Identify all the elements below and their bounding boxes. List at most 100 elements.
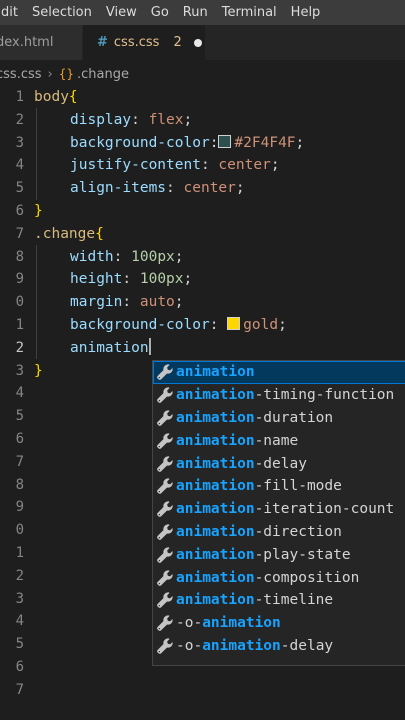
line-number: 2 [15,111,24,128]
css-selector: body [34,89,69,105]
line-number: 6 [15,430,24,447]
line-number: 1 [15,316,24,333]
line-number: 7 [15,681,24,698]
punctuation: : [122,271,140,288]
css-property: margin [70,294,123,311]
brace: { [68,89,78,105]
css-value: center [183,180,236,197]
punctuation: : [200,157,219,174]
menu-run[interactable]: Run [176,5,215,20]
code-editor[interactable]: body{ display: flex; background-color: #2… [34,86,405,382]
css-property: height [70,271,123,288]
suggestion-rest: -delay [254,455,307,472]
line-number: 1 [15,89,24,105]
wrench-icon [156,386,174,404]
suggestion-item[interactable]: animation -name [153,429,405,452]
suggestion-match: animation [202,615,281,632]
suggestion-item[interactable]: animation -delay [153,452,405,475]
code-line: align-items: center; [34,177,405,200]
line-number: 1 [15,544,24,561]
punctuation: ; [174,248,184,265]
line-number: 5 [15,408,24,425]
editor-tabs: dex.html # css.css 2 [0,25,405,60]
line-number: 8 [15,248,24,265]
line-number: 4 [15,613,24,630]
wrench-icon [156,363,174,381]
color-swatch[interactable] [218,134,232,148]
line-number: 2 [15,567,24,584]
line-number: 3 [15,134,24,151]
wrench-icon [156,614,174,632]
tab-index-html[interactable]: dex.html [0,25,82,60]
line-number-active: 2 [15,339,24,356]
code-line: body{ [34,86,405,109]
suggestion-item[interactable]: animation -iteration-count [153,498,405,521]
wrench-icon [156,477,174,495]
css-selector: .change [34,225,96,242]
breadcrumb-symbol[interactable]: .change [77,67,129,82]
suggestion-rest: -composition [254,569,360,586]
code-line: display: flex; [34,109,405,132]
breadcrumb-file[interactable]: css.css [0,67,42,82]
punctuation: ; [235,180,245,197]
menu-view[interactable]: View [99,5,144,20]
wrench-icon [156,500,174,518]
css-property: justify-content [70,157,201,174]
breadcrumb: css.css › {} .change [0,62,129,86]
line-number: 6 [15,202,24,219]
punctuation: : [209,316,228,333]
unsaved-dot-icon[interactable] [193,38,202,47]
punctuation: ; [174,294,184,311]
suggestion-item[interactable]: animation -duration [153,407,405,430]
punctuation: : [166,180,184,197]
code-line: margin: auto; [34,291,405,314]
css-value: gold [243,316,279,333]
line-number: 9 [15,499,24,516]
suggestion-rest: -delay [280,637,334,654]
punctuation: ; [295,134,305,151]
suggestion-item[interactable]: animation [153,361,405,384]
wrench-icon [156,546,174,564]
wrench-icon [156,409,174,427]
suggestion-item[interactable]: animation -direction [153,521,405,544]
css-value: 100px [131,248,175,265]
suggestion-item[interactable]: -o-animation [153,612,405,635]
text-cursor [148,337,151,355]
suggestion-match: animation [202,637,281,654]
suggestion-match: animation [176,592,255,609]
css-value: #2F4F4F [234,134,296,151]
line-number: 5 [15,180,24,197]
css-value: 100px [139,271,184,288]
code-line-current: animation [34,337,405,360]
line-numbers: 1 2 3 4 5 6 7 8 9 0 1 2 3 4 5 6 7 8 9 0 … [0,86,26,702]
punctuation: : [209,134,219,151]
suggestion-match: animation [176,546,255,563]
line-number: 4 [15,157,24,174]
suggestion-item[interactable]: -o-animation -delay [153,635,405,658]
menu-edit[interactable]: dit [0,5,25,20]
suggestion-rest: -duration [254,409,334,426]
suggestion-item[interactable]: animation -timeline [153,589,405,612]
suggestion-item[interactable]: animation -play-state [153,543,405,566]
suggestion-prefix: -o- [176,615,203,632]
tab-label: dex.html [0,35,54,50]
suggestion-rest: -name [254,432,299,449]
line-number: 0 [15,522,24,539]
suggestion-item[interactable]: animation -timing-function [153,384,405,407]
wrench-icon [156,591,174,609]
tab-css-css[interactable]: # css.css 2 [83,25,205,60]
suggestion-prefix: -o- [176,637,203,654]
color-swatch[interactable] [227,316,241,330]
suggestion-item[interactable]: animation -fill-mode [153,475,405,498]
menu-go[interactable]: Go [144,5,176,20]
menu-selection[interactable]: Selection [25,5,99,20]
line-number: 0 [15,294,24,311]
line-number: 7 [15,225,24,242]
punctuation: ; [183,111,193,128]
suggestion-item[interactable]: animation -composition [153,566,405,589]
menu-help[interactable]: Help [284,5,328,20]
css-property: display [70,111,132,128]
line-number: 6 [15,658,24,675]
menu-terminal[interactable]: Terminal [215,5,284,20]
brace: { [95,225,104,242]
